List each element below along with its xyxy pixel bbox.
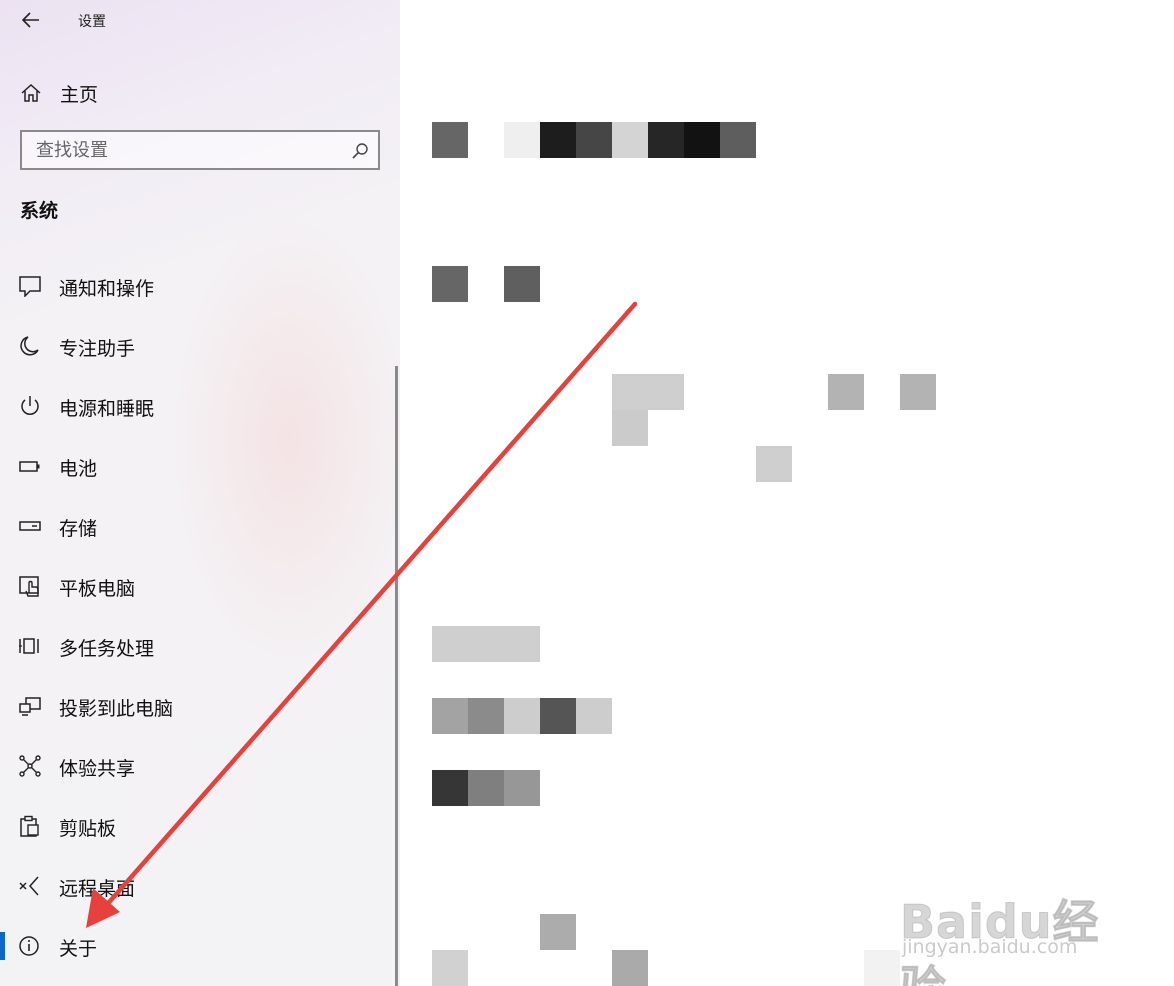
redacted-block [540, 914, 576, 950]
sidebar-item-label: 通知和操作 [59, 278, 155, 300]
power-icon [21, 396, 39, 415]
sidebar-item-label: 专注助手 [59, 338, 136, 360]
sidebar-item-label: 远程桌面 [59, 878, 136, 900]
baidu-watermark: Baidu经验 jingyan.baidu.com [900, 858, 1120, 986]
sidebar-item-clipboard[interactable]: 剪贴板 [0, 802, 395, 850]
redacted-block [684, 122, 720, 158]
multitasking-icon [19, 638, 39, 654]
remote-desktop-icon [19, 876, 39, 896]
redacted-block [576, 122, 612, 158]
storage-icon [19, 521, 41, 531]
redacted-block [504, 698, 540, 734]
sidebar-item-storage[interactable]: 存储 [0, 502, 395, 550]
notification-icon [19, 276, 41, 297]
section-title: 系统 [20, 200, 59, 222]
redacted-block [432, 698, 468, 734]
sidebar-item-battery[interactable]: 电池 [0, 442, 395, 490]
redacted-block [720, 122, 756, 158]
redacted-block [432, 266, 468, 302]
redacted-block [504, 266, 540, 302]
sidebar-item-power-sleep[interactable]: 电源和睡眠 [0, 382, 395, 430]
redacted-block [432, 626, 540, 662]
redacted-block [540, 122, 576, 158]
sidebar-item-notifications[interactable]: 通知和操作 [0, 262, 395, 310]
redacted-block [864, 950, 900, 986]
search-icon[interactable] [350, 141, 370, 161]
redacted-block [432, 770, 468, 806]
redacted-block [612, 122, 648, 158]
sidebar-item-multitasking[interactable]: 多任务处理 [0, 622, 395, 670]
moon-icon [20, 336, 39, 356]
redacted-block [576, 698, 612, 734]
redacted-block [828, 374, 864, 410]
redacted-block [612, 950, 648, 986]
clipboard-icon [20, 815, 39, 837]
sidebar-item-label: 电源和睡眠 [59, 398, 155, 420]
back-button[interactable] [14, 6, 48, 34]
sidebar-item-label: 关于 [59, 938, 98, 960]
sidebar-item-label: 电池 [59, 458, 98, 480]
redacted-block [504, 122, 540, 158]
redacted-block [468, 770, 504, 806]
sidebar-item-remote-desktop[interactable]: 远程桌面 [0, 862, 395, 910]
battery-icon [19, 461, 40, 472]
sidebar-item-tablet[interactable]: 平板电脑 [0, 562, 395, 610]
redacted-block [900, 374, 936, 410]
redacted-block [432, 122, 468, 158]
redacted-block [504, 770, 540, 806]
sidebar-item-shared-experiences[interactable]: 体验共享 [0, 742, 395, 790]
search-input[interactable] [36, 138, 336, 162]
projection-icon [19, 697, 41, 716]
redacted-block [756, 446, 792, 482]
redacted-block [432, 950, 468, 986]
sidebar-item-about[interactable]: 关于 [0, 922, 395, 970]
info-icon [19, 936, 39, 956]
home-label: 主页 [60, 84, 99, 106]
sidebar-item-label: 体验共享 [59, 758, 136, 780]
watermark-url: jingyan.baidu.com [902, 936, 1078, 958]
redacted-block [612, 410, 648, 446]
sidebar-item-label: 投影到此电脑 [59, 698, 174, 720]
content-pane [400, 0, 1174, 986]
back-arrow-icon [22, 12, 39, 28]
home-icon [21, 83, 41, 102]
home-nav-item[interactable]: 主页 [0, 74, 400, 110]
redacted-block [612, 374, 684, 410]
tablet-icon [19, 576, 39, 597]
redacted-block [468, 698, 504, 734]
selection-indicator [0, 932, 5, 960]
settings-sidebar: 设置 主页 系统 通知和操作 专注助手 电源和睡眠 [0, 0, 400, 986]
sidebar-item-label: 剪贴板 [59, 818, 117, 840]
sidebar-scrollbar[interactable] [395, 366, 398, 986]
sidebar-item-label: 多任务处理 [59, 638, 155, 660]
sidebar-item-label: 平板电脑 [59, 578, 136, 600]
sidebar-item-label: 存储 [59, 518, 98, 540]
shared-experiences-icon [19, 755, 41, 777]
title-bar: 设置 [0, 0, 400, 40]
window-title: 设置 [78, 14, 106, 30]
search-box[interactable] [20, 130, 380, 170]
sidebar-item-focus-assist[interactable]: 专注助手 [0, 322, 395, 370]
redacted-block [540, 698, 576, 734]
sidebar-item-projecting[interactable]: 投影到此电脑 [0, 682, 395, 730]
redacted-block [648, 122, 684, 158]
